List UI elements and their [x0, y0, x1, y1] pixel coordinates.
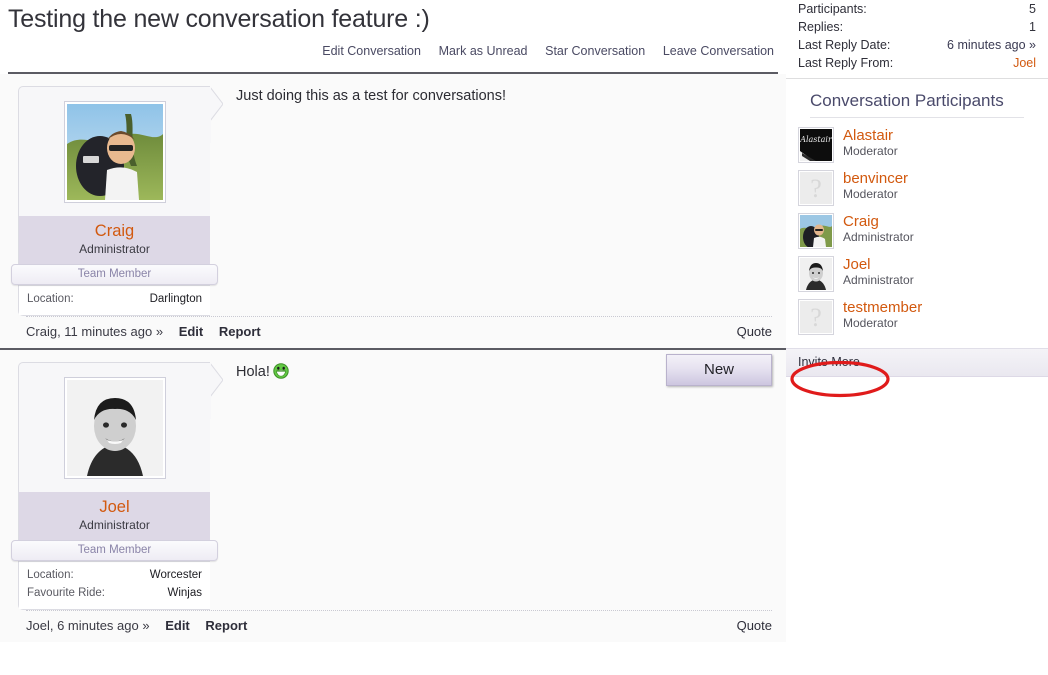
post-message-column: Just doing this as a test for conversati… — [210, 74, 786, 316]
sidebar: Participants: 5 Replies: 1 Last Reply Da… — [786, 0, 1048, 675]
avatar-placeholder-icon: ? — [800, 172, 832, 204]
post-footer: Joel, 6 minutes ago » Edit Report Quote — [26, 609, 772, 642]
author-title: Administrator — [79, 517, 150, 532]
participant-avatar[interactable]: ? — [798, 299, 834, 335]
field-label: Location: — [27, 569, 74, 582]
avatar-placeholder-icon: ? — [800, 301, 832, 333]
grinning-face-icon — [273, 363, 289, 379]
invite-more-bar: Invite More — [786, 348, 1048, 377]
leave-conversation-link[interactable]: Leave Conversation — [663, 44, 774, 58]
participant-name-link[interactable]: Joel — [843, 256, 914, 273]
post-edit-link[interactable]: Edit — [179, 324, 204, 339]
team-member-badge: Team Member — [11, 540, 218, 562]
participant-avatar[interactable] — [798, 256, 834, 292]
conversation-info-table: Participants: 5 Replies: 1 Last Reply Da… — [786, 0, 1048, 72]
info-row-last-reply-from: Last Reply From: Joel — [798, 54, 1036, 72]
participants-panel-title: Conversation Participants — [810, 79, 1024, 118]
post-author-card: Joel Administrator Team Member Location:… — [11, 362, 223, 610]
info-row-last-reply-date: Last Reply Date: 6 minutes ago » — [798, 36, 1036, 54]
avatar-image-joel — [800, 258, 832, 290]
participant-avatar[interactable]: Alastair — [798, 127, 834, 163]
post-quote-link[interactable]: Quote — [737, 324, 772, 339]
participant-role: Administrator — [843, 230, 914, 245]
info-label: Last Reply Date: — [798, 38, 891, 52]
post-permalink[interactable]: Joel, 6 minutes ago » — [26, 618, 150, 633]
field-row: Favourite Ride: Winjas — [27, 585, 202, 603]
svg-text:?: ? — [810, 174, 822, 203]
participant-role: Moderator — [843, 316, 898, 331]
participant-name-link[interactable]: benvincer — [843, 170, 908, 187]
edit-conversation-link[interactable]: Edit Conversation — [322, 44, 421, 58]
avatar-image-craig — [800, 215, 832, 247]
mark-as-unread-link[interactable]: Mark as Unread — [439, 44, 528, 58]
invite-more-link[interactable]: Invite More — [798, 355, 860, 369]
participant-name-link[interactable]: testmember — [843, 299, 922, 316]
new-post-badge: New — [666, 354, 772, 387]
post-item: Craig Administrator Team Member Location… — [0, 74, 786, 351]
author-title: Administrator — [79, 241, 150, 256]
participant-role: Moderator — [843, 187, 898, 202]
participant-role: Administrator — [843, 273, 914, 288]
avatar[interactable] — [19, 363, 210, 492]
info-row-participants: Participants: 5 — [798, 0, 1036, 18]
author-extra-fields: Location: Darlington — [19, 285, 210, 316]
list-item[interactable]: ? testmember Moderator — [798, 296, 1036, 339]
author-name-band: Joel Administrator — [19, 492, 210, 541]
list-item[interactable]: ? benvincer Moderator — [798, 167, 1036, 210]
info-label: Participants: — [798, 2, 867, 16]
info-label: Replies: — [798, 20, 844, 34]
info-value: 5 — [1029, 2, 1036, 16]
post-quote-link[interactable]: Quote — [737, 618, 772, 633]
svg-text:Alastair: Alastair — [800, 135, 832, 144]
conversation-actions: Edit Conversation Mark as Unread Star Co… — [0, 34, 786, 58]
field-value: Darlington — [149, 293, 202, 306]
list-item[interactable]: Alastair Alastair Moderator — [798, 124, 1036, 167]
avatar-image-craig — [66, 104, 163, 200]
list-item[interactable]: Joel Administrator — [798, 253, 1036, 296]
author-name-band: Craig Administrator — [19, 216, 210, 265]
post-report-link[interactable]: Report — [205, 618, 247, 633]
post-item: Joel Administrator Team Member Location:… — [0, 350, 786, 642]
last-reply-date-link[interactable]: 6 minutes ago » — [947, 36, 1036, 54]
author-name-link[interactable]: Joel — [19, 497, 210, 518]
post-message-column: Hola! New — [210, 350, 786, 610]
avatar[interactable] — [19, 87, 210, 216]
post-message-text: Hola! — [236, 364, 270, 381]
avatar-image-joel — [66, 380, 163, 477]
post-edit-link[interactable]: Edit — [165, 618, 190, 633]
team-member-badge: Team Member — [11, 264, 218, 286]
author-name-link[interactable]: Craig — [19, 221, 210, 242]
participant-name-link[interactable]: Craig — [843, 213, 914, 230]
participant-role: Moderator — [843, 144, 898, 159]
info-value: 1 — [1029, 20, 1036, 34]
info-label: Last Reply From: — [798, 56, 894, 70]
field-label: Location: — [27, 293, 74, 306]
conversation-page: Testing the new conversation feature :) … — [0, 0, 1048, 675]
participant-name-link[interactable]: Alastair — [843, 127, 898, 144]
field-row: Location: Darlington — [27, 291, 202, 309]
post-message-text: Just doing this as a test for conversati… — [236, 88, 506, 104]
star-conversation-link[interactable]: Star Conversation — [545, 44, 645, 58]
field-label: Favourite Ride: — [27, 587, 105, 600]
last-reply-from-link[interactable]: Joel — [1013, 54, 1036, 72]
page-title: Testing the new conversation feature :) — [8, 5, 430, 33]
author-extra-fields: Location: Worcester Favourite Ride: Winj… — [19, 561, 210, 609]
participants-list: Alastair Alastair Moderator ? benvincer — [786, 118, 1048, 339]
post-footer: Craig, 11 minutes ago » Edit Report Quot… — [26, 316, 772, 348]
participant-avatar[interactable]: ? — [798, 170, 834, 206]
svg-text:?: ? — [810, 303, 822, 332]
avatar-image-alastair: Alastair — [800, 129, 832, 161]
post-permalink[interactable]: Craig, 11 minutes ago » — [26, 324, 163, 339]
field-row: Location: Worcester — [27, 567, 202, 585]
post-report-link[interactable]: Report — [219, 324, 261, 339]
field-value: Worcester — [149, 569, 202, 582]
participant-avatar[interactable] — [798, 213, 834, 249]
list-item[interactable]: Craig Administrator — [798, 210, 1036, 253]
field-value: Winjas — [167, 587, 202, 600]
post-author-card: Craig Administrator Team Member Location… — [11, 86, 223, 317]
main-column: Testing the new conversation feature :) … — [0, 0, 786, 675]
info-row-replies: Replies: 1 — [798, 18, 1036, 36]
